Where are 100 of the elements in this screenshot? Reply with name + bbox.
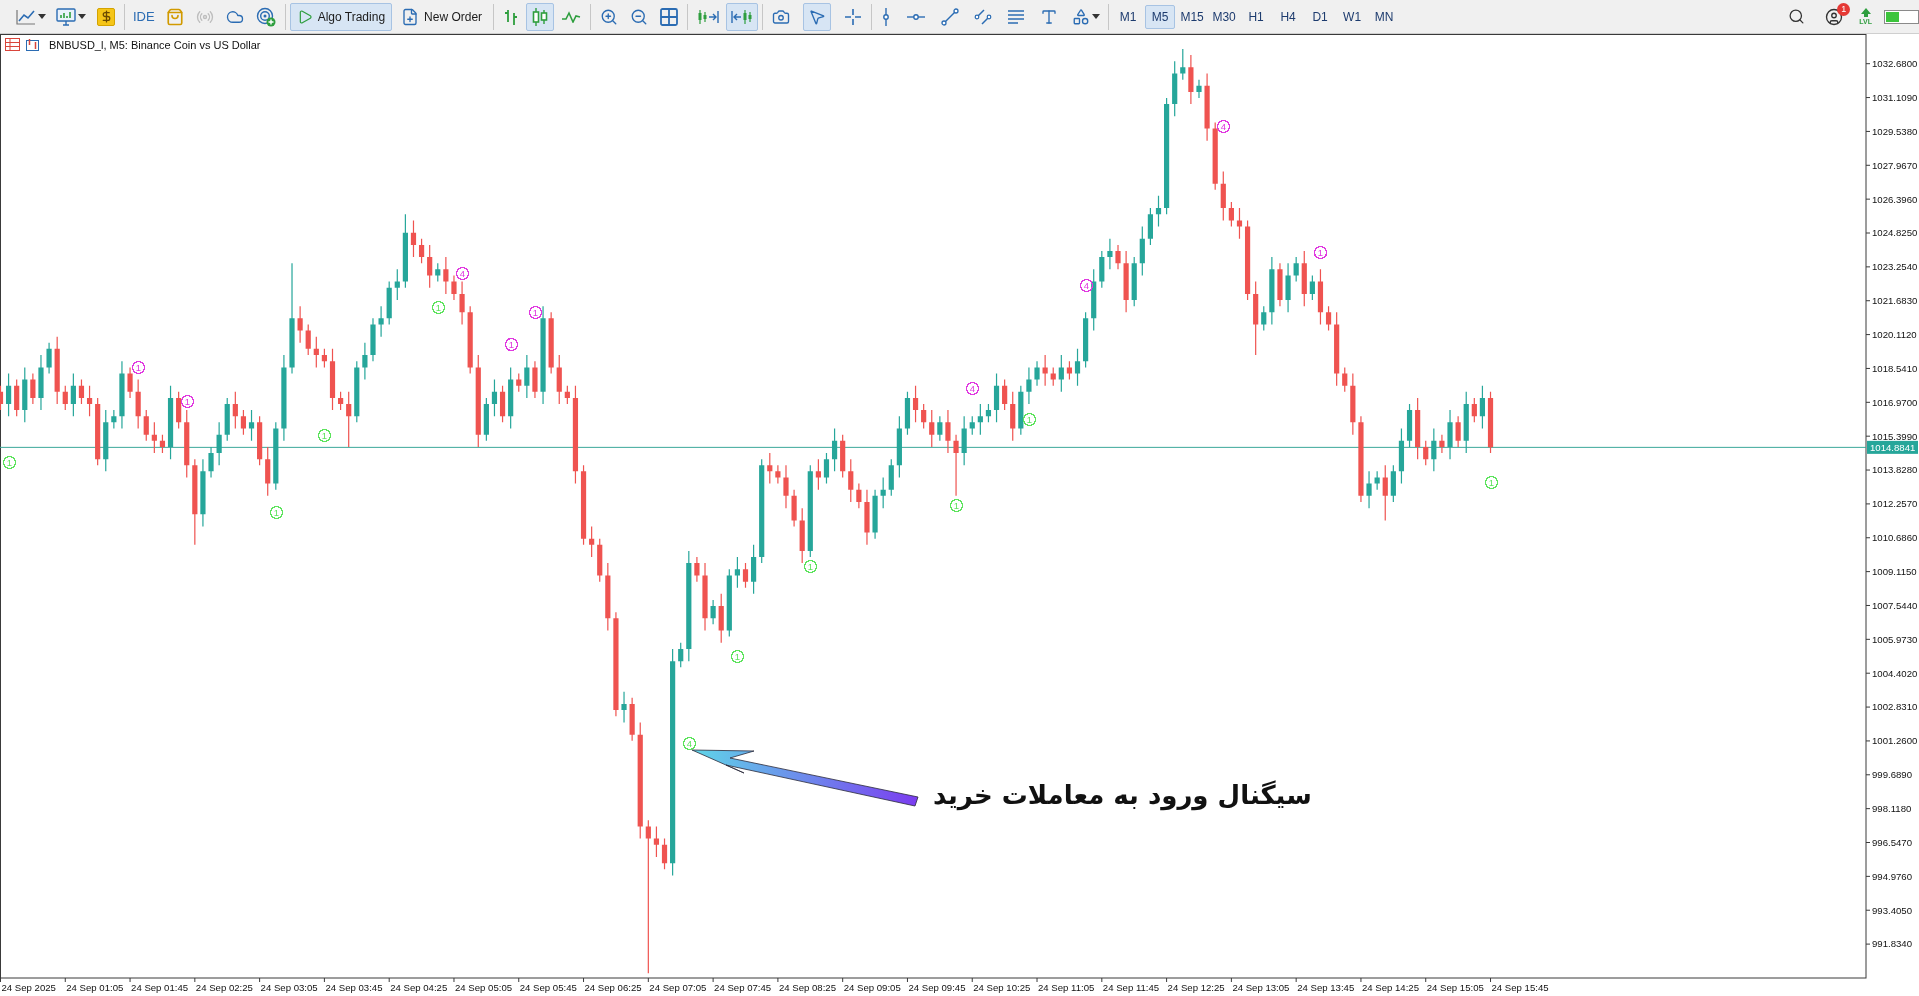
price-label: 1029.5380 (1872, 125, 1918, 137)
price-label: 998.1180 (1872, 803, 1912, 815)
auto-scroll-button[interactable] (726, 2, 759, 31)
price-label: 1010.6860 (1872, 532, 1918, 544)
price-label: 996.5470 (1872, 836, 1912, 848)
time-label: 24 Sep 03:45 (325, 982, 383, 993)
price-label: 1002.8310 (1872, 701, 1918, 713)
chart-shift-icon (697, 8, 720, 25)
price-label: 994.9760 (1872, 870, 1912, 882)
dollar-icon (97, 7, 115, 26)
caret-icon (1092, 14, 1101, 19)
text-tool-icon (1040, 7, 1059, 26)
price-label: 1007.5440 (1872, 599, 1918, 611)
signal-marker: 1 (730, 649, 745, 664)
candlestick-icon (531, 6, 550, 27)
signal-marker: 1 (2, 455, 17, 470)
time-label: 24 Sep 08:25 (778, 982, 836, 993)
vertical-line-icon (881, 6, 892, 27)
current-price-label: 1014.8841 (1867, 440, 1918, 454)
ohlc-bars-icon (503, 7, 520, 26)
time-label: 24 Sep 10:25 (973, 982, 1031, 993)
horizontal-line-icon (906, 11, 927, 22)
time-label: 24 Sep 01:45 (131, 982, 189, 993)
cursor-button[interactable] (803, 2, 832, 31)
timeframe-button[interactable]: M15 (1177, 4, 1208, 29)
signal-marker: 1 (1313, 245, 1328, 260)
account-icon (1825, 7, 1844, 26)
price-label: 991.8340 (1872, 938, 1912, 950)
timeframe-button[interactable]: MN (1369, 4, 1400, 29)
zoom-out-icon (630, 7, 649, 26)
signal-marker: 4 (1216, 119, 1231, 134)
time-label: 24 Sep 11:05 (1038, 982, 1095, 993)
zoom-in-icon (600, 7, 619, 26)
monitor-chart-icon (56, 7, 76, 26)
timeframe-button[interactable]: W1 (1337, 4, 1368, 29)
shapes-icon (1072, 7, 1091, 26)
callout-text: سیگنال ورود به معاملات خرید (933, 779, 1312, 812)
time-label: 24 Sep 12:25 (1167, 982, 1225, 993)
radar-plus-icon (255, 6, 276, 27)
signal-marker: 4 (965, 381, 980, 396)
signal-marker: 4 (1079, 278, 1094, 293)
price-label: 1009.1150 (1872, 566, 1917, 577)
signal-marker: 1 (528, 305, 543, 320)
timeframe-button[interactable]: M5 (1145, 4, 1176, 29)
time-label: 24 Sep 04:25 (390, 982, 448, 993)
shopping-bag-icon (165, 7, 184, 26)
price-label: 1020.1120 (1872, 329, 1917, 340)
signal-marker: 4 (682, 736, 697, 751)
new-order-button[interactable]: New Order (394, 2, 490, 31)
price-label: 1004.4020 (1872, 667, 1918, 679)
price-label: 1012.2570 (1872, 498, 1918, 510)
price-label: 1021.6830 (1872, 295, 1918, 307)
price-label: 1013.8280 (1872, 464, 1918, 476)
camera-icon (772, 7, 791, 26)
price-label: 1031.1090 (1872, 91, 1918, 103)
time-label: 24 Sep 03:05 (260, 982, 318, 993)
time-label: 24 Sep 09:05 (843, 982, 901, 993)
price-label: 1023.2540 (1872, 261, 1918, 273)
signal-marker: 1 (949, 498, 964, 513)
timeframe-button[interactable]: M30 (1209, 4, 1240, 29)
time-label: 24 Sep 11:45 (1102, 982, 1160, 993)
candlestick-button[interactable] (526, 2, 555, 31)
signal-marker: 1 (269, 505, 284, 520)
price-label: 1016.9700 (1872, 396, 1918, 408)
trend-line-icon (941, 7, 960, 26)
time-label: 24 Sep 07:45 (714, 982, 772, 993)
time-label: 24 Sep 13:45 (1297, 982, 1355, 993)
price-label: 993.4050 (1872, 904, 1912, 916)
price-label: 1027.9670 (1872, 159, 1918, 171)
timeframe-button[interactable]: H1 (1241, 4, 1272, 29)
time-label: 24 Sep 15:05 (1426, 982, 1484, 993)
signal-marker: 1 (1022, 412, 1037, 427)
account-button[interactable]: 1 (1821, 3, 1848, 30)
time-label: 24 Sep 15:45 (1491, 982, 1549, 993)
signal-marker: 1 (803, 559, 818, 574)
timeframe-button[interactable]: M1 (1113, 4, 1144, 29)
algo-trading-button[interactable]: Algo Trading (289, 2, 393, 31)
signal-marker: 1 (131, 360, 146, 375)
price-label: 999.6890 (1872, 769, 1912, 781)
arrow-up-icon (1859, 8, 1872, 17)
line-chart-icon (16, 8, 36, 25)
zigzag-line-icon (561, 10, 582, 23)
price-label: 1032.6800 (1872, 58, 1918, 70)
time-label: 24 Sep 14:25 (1361, 982, 1420, 993)
time-label: 24 Sep 05:05 (454, 982, 513, 993)
signal-marker: 1 (431, 300, 446, 315)
signal-marker: 4 (455, 266, 470, 281)
ide-button[interactable]: IDE (129, 2, 159, 31)
file-plus-icon (401, 7, 420, 26)
timeframe-button[interactable]: D1 (1305, 4, 1336, 29)
channel-icon (974, 7, 993, 26)
price-label: 1001.2600 (1872, 735, 1918, 747)
cursor-icon (808, 7, 827, 26)
battery-icon (1884, 9, 1919, 24)
price-label: 1005.9730 (1872, 633, 1918, 645)
chart-title: BNBUSD_l, M5: Binance Coin vs US Dollar (49, 38, 261, 51)
timeframe-button[interactable]: H4 (1273, 4, 1304, 29)
price-label: 1018.5410 (1872, 362, 1918, 374)
signal-marker: 1 (504, 337, 519, 352)
caret-icon (78, 14, 86, 19)
